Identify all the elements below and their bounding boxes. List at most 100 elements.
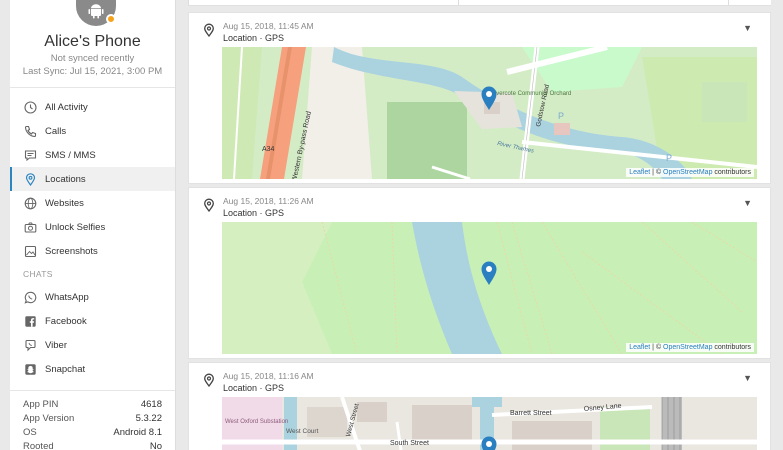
- road-label-south: South Street: [390, 440, 429, 447]
- info-value: No: [149, 441, 162, 450]
- location-map[interactable]: Leaflet | © OpenStreetMap contributors: [222, 222, 757, 354]
- sidebar-item-label: SMS / MMS: [45, 149, 96, 161]
- expand-caret-icon[interactable]: ▼: [743, 23, 752, 33]
- location-marker-icon[interactable]: [480, 260, 498, 286]
- sidebar-item-label: WhatsApp: [45, 291, 89, 303]
- sidebar-item-viber[interactable]: Viber: [10, 333, 175, 357]
- settings-button[interactable]: [728, 0, 771, 5]
- device-name: Alice's Phone: [44, 33, 141, 50]
- info-row-app-version: App Version 5.3.22: [23, 413, 162, 427]
- search-input[interactable]: [458, 0, 728, 5]
- location-marker-icon[interactable]: [480, 85, 498, 111]
- device-info: App PIN 4618 App Version 5.3.22 OS Andro…: [10, 390, 175, 450]
- facebook-icon: [23, 314, 37, 328]
- parking-label: P: [558, 111, 564, 121]
- device-avatar: [76, 0, 116, 26]
- info-row-app-pin: App PIN 4618: [23, 399, 162, 413]
- location-marker-icon[interactable]: [480, 435, 498, 450]
- sidebar-item-screenshots[interactable]: Screenshots: [10, 239, 175, 263]
- map-tiles: A34 Western By-pass Road Wolvercote Comm…: [222, 47, 757, 179]
- android-icon: [88, 4, 104, 19]
- road-label-barrett: Barrett Street: [510, 410, 552, 417]
- globe-icon: [23, 196, 37, 210]
- sidebar-item-sms[interactable]: SMS / MMS: [10, 143, 175, 167]
- map-attribution: Leaflet | © OpenStreetMap contributors: [626, 168, 754, 177]
- sidebar-item-snapchat[interactable]: Snapchat: [10, 357, 175, 381]
- sidebar-item-label: Unlock Selfies: [45, 221, 106, 233]
- sidebar-item-label: Snapchat: [45, 363, 86, 375]
- image-icon: [23, 244, 37, 258]
- info-label: App Version: [23, 413, 75, 424]
- map-tiles: [222, 222, 757, 354]
- clock-icon: [23, 100, 37, 114]
- message-icon: [23, 148, 37, 162]
- sidebar-item-calls[interactable]: Calls: [10, 119, 175, 143]
- osm-link[interactable]: OpenStreetMap: [663, 344, 712, 351]
- location-timestamp: Aug 15, 2018, 11:26 AM: [223, 196, 314, 206]
- info-row-os: OS Android 8.1: [23, 427, 162, 441]
- attribution-separator: | ©: [650, 344, 664, 351]
- info-label: Rooted: [23, 441, 54, 450]
- parking-label: P: [666, 153, 672, 163]
- sidebar-item-label: Screenshots: [45, 245, 98, 257]
- sidebar-item-facebook[interactable]: Facebook: [10, 309, 175, 333]
- last-sync: Last Sync: Jul 15, 2021, 3:00 PM: [22, 66, 163, 77]
- location-entry: Aug 15, 2018, 11:16 AM Location · GPS ▼ …: [188, 362, 771, 450]
- sidebar: Alice's Phone Not synced recently Last S…: [10, 0, 176, 450]
- info-value: 5.3.22: [135, 413, 162, 424]
- info-value: Android 8.1: [113, 427, 162, 438]
- viber-icon: [23, 338, 37, 352]
- label-orchard: Wolvercote Community Orchard: [486, 91, 571, 97]
- sync-warning-dot: [106, 14, 116, 24]
- date-range-filter[interactable]: [188, 0, 458, 5]
- sidebar-item-websites[interactable]: Websites: [10, 191, 175, 215]
- map-pin-icon: [204, 23, 214, 37]
- sidebar-item-all-activity[interactable]: All Activity: [10, 95, 175, 119]
- sidebar-item-label: Calls: [45, 125, 67, 137]
- sidebar-nav: All Activity Calls SMS / MMS Locations W…: [10, 88, 175, 381]
- location-timestamp: Aug 15, 2018, 11:45 AM: [223, 21, 314, 31]
- label-west-oxford: West Oxford Substation: [225, 419, 288, 425]
- info-label: App PIN: [23, 399, 59, 410]
- attribution-text: contributors: [712, 169, 751, 176]
- label-west-court: West Court: [286, 428, 319, 435]
- road-label-a34: A34: [262, 146, 275, 153]
- sidebar-item-unlock-selfies[interactable]: Unlock Selfies: [10, 215, 175, 239]
- map-pin-icon: [23, 172, 37, 186]
- location-entry: Aug 15, 2018, 11:26 AM Location · GPS ▼ …: [188, 187, 771, 359]
- device-profile: Alice's Phone Not synced recently Last S…: [10, 0, 175, 88]
- info-row-rooted: Rooted No: [23, 441, 162, 450]
- attribution-separator: | ©: [650, 169, 664, 176]
- sidebar-item-label: Viber: [45, 339, 68, 351]
- info-label: OS: [23, 427, 37, 438]
- expand-caret-icon[interactable]: ▼: [743, 373, 752, 383]
- map-pin-icon: [204, 373, 214, 387]
- camera-icon: [23, 220, 37, 234]
- leaflet-link[interactable]: Leaflet: [629, 169, 650, 176]
- phone-icon: [23, 124, 37, 138]
- sidebar-item-label: Locations: [45, 173, 86, 185]
- expand-caret-icon[interactable]: ▼: [743, 198, 752, 208]
- whatsapp-icon: [23, 290, 37, 304]
- attribution-text: contributors: [712, 344, 751, 351]
- location-source: Location · GPS: [223, 383, 285, 393]
- filter-bar: [188, 0, 771, 6]
- sidebar-item-whatsapp[interactable]: WhatsApp: [10, 285, 175, 309]
- osm-link[interactable]: OpenStreetMap: [663, 169, 712, 176]
- sidebar-item-label: All Activity: [45, 101, 88, 113]
- info-value: 4618: [140, 399, 162, 410]
- location-source: Location · GPS: [223, 33, 285, 43]
- location-entry: Aug 15, 2018, 11:45 AM Location · GPS ▼ …: [188, 12, 771, 184]
- snapchat-icon: [23, 362, 37, 376]
- sidebar-item-locations[interactable]: Locations: [10, 167, 175, 191]
- location-map[interactable]: West Oxford Substation West Court West S…: [222, 397, 757, 450]
- sidebar-item-label: Facebook: [45, 315, 87, 327]
- location-source: Location · GPS: [223, 208, 285, 218]
- map-attribution: Leaflet | © OpenStreetMap contributors: [626, 343, 754, 352]
- location-timestamp: Aug 15, 2018, 11:16 AM: [223, 371, 314, 381]
- sidebar-item-label: Websites: [45, 197, 84, 209]
- sync-status: Not synced recently: [50, 53, 135, 64]
- location-map[interactable]: A34 Western By-pass Road Wolvercote Comm…: [222, 47, 757, 179]
- leaflet-link[interactable]: Leaflet: [629, 344, 650, 351]
- map-pin-icon: [204, 198, 214, 212]
